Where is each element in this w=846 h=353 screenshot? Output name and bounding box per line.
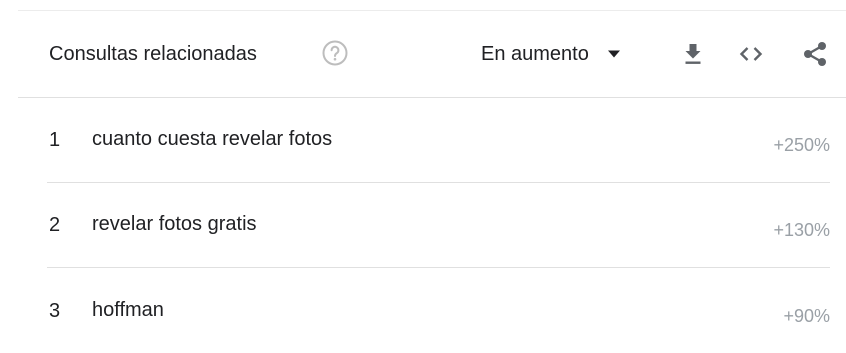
card-header: Consultas relacionadas En aumento [18, 11, 846, 98]
list-item-change: +130% [773, 220, 830, 240]
list-item-rank: 2 [49, 214, 61, 236]
sort-dropdown[interactable]: En aumento [481, 39, 621, 69]
list-item-rank: 3 [49, 300, 61, 322]
help-circle-icon[interactable] [321, 39, 349, 67]
list-item-query: revelar fotos gratis [92, 213, 257, 235]
related-queries-card: Consultas relacionadas En aumento 1 cuan… [18, 10, 846, 347]
list-item[interactable]: 1 cuanto cuesta revelar fotos +250% [47, 97, 830, 183]
caret-down-icon [607, 50, 620, 58]
sort-dropdown-label: En aumento [481, 43, 589, 65]
list-item[interactable]: 3 hoffman +90% [47, 268, 830, 353]
list-item-change: +250% [773, 135, 830, 155]
list-item-change: +90% [783, 306, 830, 326]
download-icon[interactable] [679, 40, 707, 68]
list-item-query: cuanto cuesta revelar fotos [92, 128, 333, 150]
list-item-rank: 1 [49, 129, 61, 151]
share-icon[interactable] [801, 40, 829, 68]
card-title: Consultas relacionadas [49, 43, 257, 65]
list-item[interactable]: 2 revelar fotos gratis +130% [47, 182, 830, 268]
embed-code-icon[interactable] [737, 40, 765, 68]
list-item-query: hoffman [92, 299, 164, 321]
